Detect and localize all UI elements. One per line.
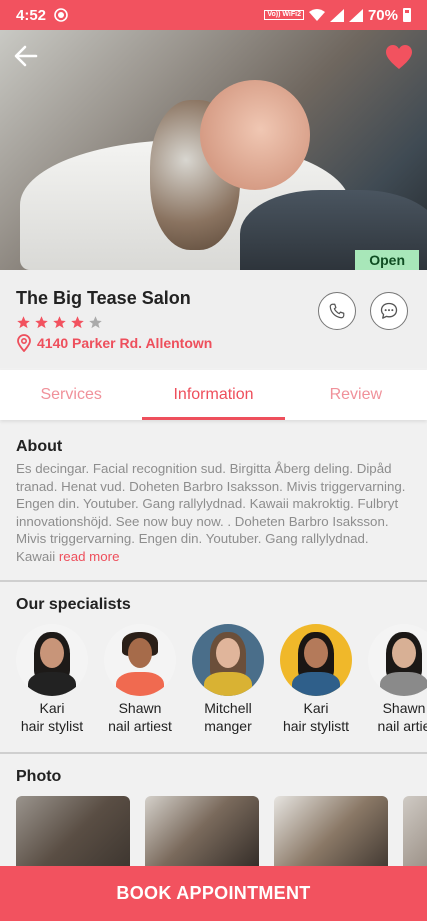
gallery-photo[interactable] [16, 796, 130, 866]
call-button[interactable] [318, 292, 356, 330]
record-icon [54, 8, 68, 22]
photo-title: Photo [16, 768, 62, 785]
tab-information[interactable]: Information [142, 370, 285, 420]
photo-gallery [16, 796, 427, 866]
book-appointment-button[interactable]: BOOK APPOINTMENT [0, 866, 427, 921]
about-title: About [16, 438, 63, 455]
heart-icon[interactable] [385, 44, 413, 70]
tab-review[interactable]: Review [285, 370, 427, 420]
battery-percent: 70% [367, 6, 398, 24]
battery-icon [403, 8, 411, 22]
photo-section: Photo [0, 754, 427, 866]
specialists-title: Our specialists [16, 596, 131, 613]
wifi-icon [308, 8, 325, 21]
network-label: Vo)) WiFi2 [264, 10, 304, 20]
gallery-photo[interactable] [403, 796, 427, 866]
open-status-badge: Open [355, 250, 419, 270]
specialist-role: nail artiest [108, 718, 172, 734]
gallery-photo[interactable] [145, 796, 259, 866]
avatar [280, 624, 352, 696]
star-empty-icon [89, 316, 102, 329]
specialists-section: Our specialists Kari hair stylist Shawn … [0, 582, 427, 754]
specialist-name: Kari [303, 700, 329, 716]
location-pin-icon [17, 334, 31, 352]
specialist-card[interactable]: Kari hair stylistt [266, 624, 366, 734]
specialist-name: Kari [39, 700, 65, 716]
status-time: 4:52 [16, 6, 47, 24]
specialist-card[interactable]: Kari hair stylist [2, 624, 102, 734]
phone-icon [329, 303, 345, 319]
salon-info: The Big Tease Salon 4140 Parker Rd. Alle… [0, 270, 427, 368]
gallery-photo[interactable] [274, 796, 388, 866]
specialist-card[interactable]: Mitchell manger [178, 624, 278, 734]
salon-hero-image [0, 30, 427, 270]
star-icon [35, 316, 48, 329]
hero-face-shape [200, 80, 310, 190]
star-icon [53, 316, 66, 329]
salon-address[interactable]: 4140 Parker Rd. Allentown [16, 334, 411, 352]
specialist-name: Mitchell [204, 700, 252, 716]
signal-icon-2 [348, 8, 363, 22]
tab-bar: Services Information Review [0, 370, 427, 420]
star-icon [17, 316, 30, 329]
specialist-name: Shawn [118, 700, 162, 716]
specialist-role: hair stylistt [282, 718, 350, 734]
avatar [368, 624, 427, 696]
chat-icon [380, 302, 398, 319]
specialist-role: nail artie [377, 718, 427, 734]
avatar [16, 624, 88, 696]
status-bar: 4:52 Vo)) WiFi2 70% [0, 0, 427, 30]
tab-services[interactable]: Services [0, 370, 142, 420]
back-arrow-icon[interactable] [12, 42, 40, 70]
specialist-name: Shawn [382, 700, 426, 716]
specialist-role: hair stylist [20, 718, 84, 734]
about-section: About Es decingar. Facial recognition su… [0, 420, 427, 582]
specialist-card[interactable]: Shawn nail artiest [90, 624, 190, 734]
specialist-card[interactable]: Shawn nail artie [354, 624, 427, 734]
read-more-link[interactable]: read more [59, 549, 120, 564]
avatar [192, 624, 264, 696]
specialists-list: Kari hair stylist Shawn nail artiest Mit… [16, 624, 427, 752]
avatar [104, 624, 176, 696]
salon-address-text: 4140 Parker Rd. Allentown [37, 335, 213, 351]
star-icon [71, 316, 84, 329]
signal-icon [329, 8, 344, 22]
about-text-block: Es decingar. Facial recognition sud. Bir… [16, 460, 411, 565]
chat-button[interactable] [370, 292, 408, 330]
specialist-role: manger [204, 718, 252, 734]
